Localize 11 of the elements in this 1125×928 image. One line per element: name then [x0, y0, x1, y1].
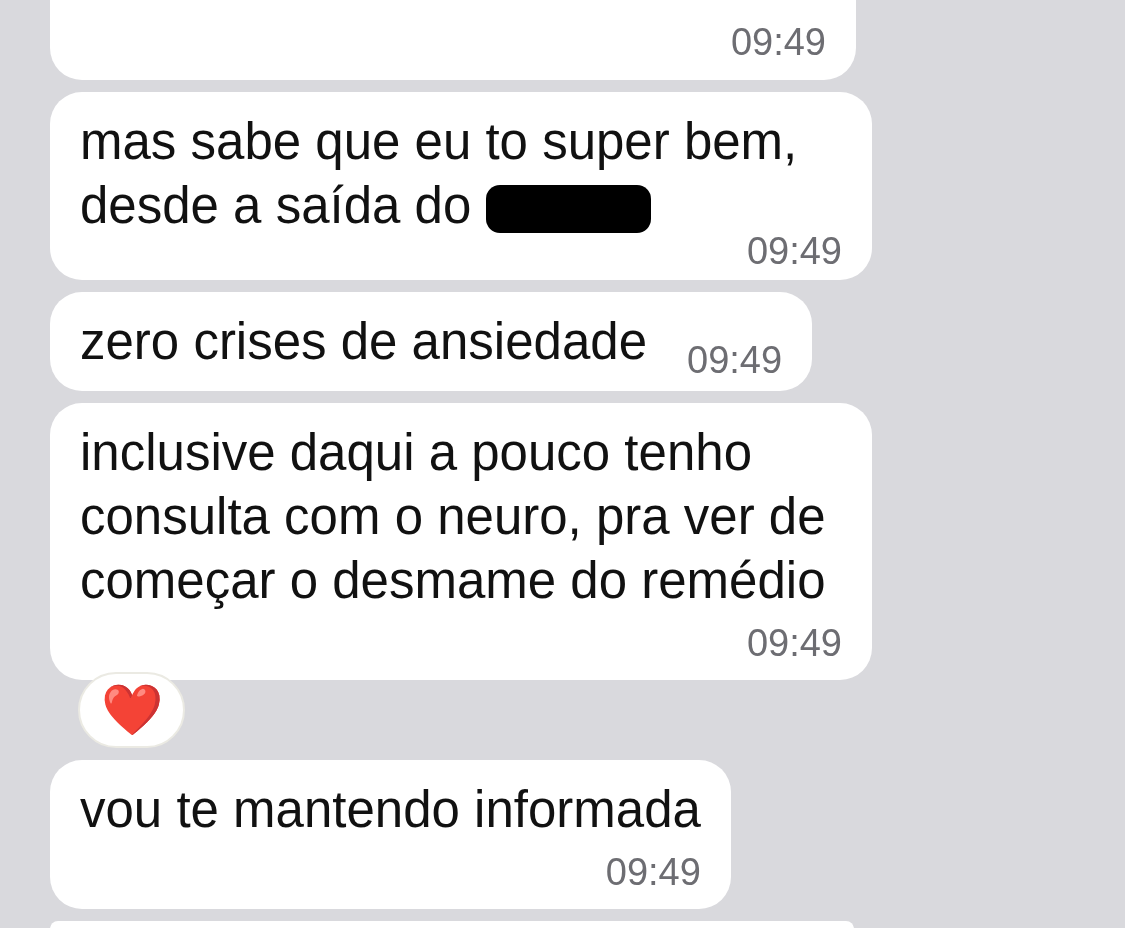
message-time: 09:49 — [746, 236, 842, 266]
reaction-badge[interactable]: ❤ — [78, 672, 185, 748]
reaction-emoji: ❤ — [100, 685, 163, 735]
message-text: zero crises de ansiedade — [80, 313, 647, 370]
message-text: vou te mantendo informada — [80, 781, 701, 838]
message-time: 09:49 — [730, 20, 826, 64]
message-time: 09:49 — [687, 341, 783, 379]
message-text: inclusive daqui a pouco tenho consulta com o neuro, pra ver de começar o desmame do remédio — [80, 424, 826, 609]
message-time: 09:49 — [746, 621, 842, 665]
message-text: mas sabe que eu to super bem, desde a saída do — [80, 113, 798, 234]
message-time: 09:49 — [605, 850, 701, 894]
